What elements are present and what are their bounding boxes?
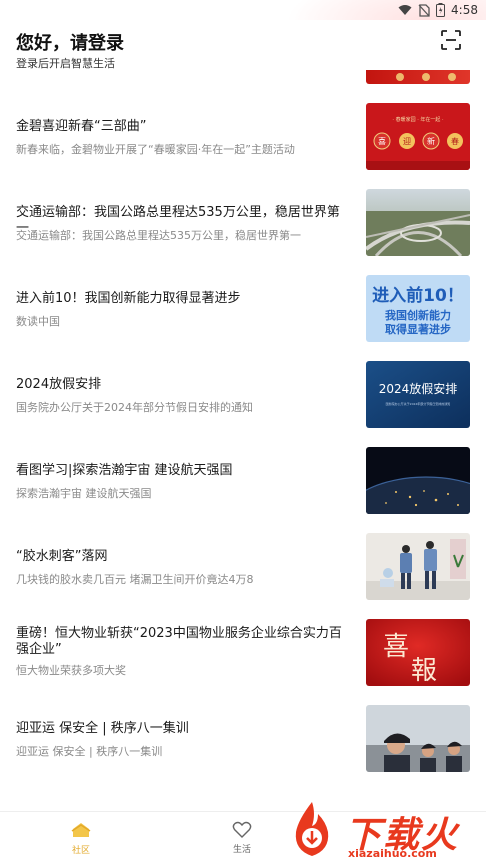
flame-logo-icon bbox=[295, 802, 329, 856]
news-title: 看图学习|探索浩瀚宇宙 建设航天强国 bbox=[16, 463, 233, 478]
community-icon bbox=[71, 823, 91, 837]
news-subtitle: 新春来临，金碧物业开展了“春暖家园·年在一起”主题活动 bbox=[16, 143, 295, 156]
tab-label: 生活 bbox=[232, 845, 251, 855]
news-title: 重磅！恒大物业斩获“2023中国物业服务企业综合实力百强企业” bbox=[16, 626, 342, 657]
thumb-char: 迎 bbox=[403, 136, 411, 146]
tab-life[interactable]: 生活 bbox=[202, 812, 282, 864]
thumb-char: 新 bbox=[427, 136, 435, 146]
news-title: “胶水刺客”落网 bbox=[16, 549, 108, 564]
news-subtitle: 迎亚运 保安全 | 秩序八一集训 bbox=[16, 745, 163, 758]
news-item[interactable]: 交通运输部：我国公路总里程达535万公里，稳居世界第一 交通运输部：我国公路总里… bbox=[0, 170, 486, 256]
news-title: 金碧喜迎新春“三部曲” bbox=[16, 119, 147, 134]
login-subtitle: 登录后开启智慧生活 bbox=[16, 57, 115, 70]
news-subtitle: 几块钱的胶水卖几百元 堵漏卫生间开价竟达4万8 bbox=[16, 573, 254, 586]
thumb-banner: · 春暖家园 · 年在一起 · bbox=[392, 116, 444, 123]
thumb-char: 喜 bbox=[378, 136, 386, 146]
news-subtitle: 探索浩瀚宇宙 建设航天强国 bbox=[16, 487, 152, 500]
news-thumbnail: · 春暖家园 · 年在一起 · 喜 迎 新 春 bbox=[366, 103, 470, 170]
battery-icon bbox=[436, 3, 446, 17]
news-thumbnail bbox=[366, 533, 470, 600]
thumb-line: 取得显著进步 bbox=[385, 322, 451, 336]
news-title: 迎亚运 保安全 | 秩序八一集训 bbox=[16, 721, 189, 736]
thumb-char: 報 bbox=[411, 656, 437, 686]
news-title: 进入前10！我国创新能力取得显著进步 bbox=[16, 291, 241, 306]
news-thumbnail bbox=[366, 705, 470, 772]
news-thumbnail: 进入前10！ 我国创新能力 取得显著进步 bbox=[366, 275, 470, 342]
watermark-url: xiazaihuo.com bbox=[348, 847, 437, 860]
news-item[interactable]: 重磅！恒大物业斩获“2023中国物业服务企业综合实力百强企业” 恒大物业荣获多项… bbox=[0, 600, 486, 686]
news-item[interactable]: 金碧喜迎新春“三部曲” 新春来临，金碧物业开展了“春暖家园·年在一起”主题活动 … bbox=[0, 84, 486, 170]
news-item[interactable]: “胶水刺客”落网 几块钱的胶水卖几百元 堵漏卫生间开价竟达4万8 bbox=[0, 514, 486, 600]
news-item[interactable]: 2024放假安排 国务院办公厅关于2024年部分节假日安排的通知 2024放假安… bbox=[0, 342, 486, 428]
thumb-line: 2024放假安排 bbox=[379, 381, 458, 396]
news-item[interactable]: 进入前10！我国创新能力取得显著进步 数读中国 进入前10！ 我国创新能力 取得… bbox=[0, 256, 486, 342]
wifi-icon bbox=[398, 5, 412, 15]
thumb-char: 春 bbox=[451, 136, 459, 146]
status-bar: 4:58 bbox=[0, 0, 486, 20]
scan-icon bbox=[441, 30, 461, 50]
news-thumbnail: 2024放假安排 国务院办公厅关于2024年部分节假日安排的通知 bbox=[366, 361, 470, 428]
tab-label: 社区 bbox=[71, 846, 90, 856]
news-thumbnail bbox=[366, 189, 470, 256]
news-subtitle: 交通运输部：我国公路总里程达535万公里，稳居世界第一 bbox=[16, 229, 301, 242]
news-item[interactable]: 看图学习|探索浩瀚宇宙 建设航天强国 探索浩瀚宇宙 建设航天强国 bbox=[0, 428, 486, 514]
news-thumbnail bbox=[366, 447, 470, 514]
news-title: 2024放假安排 bbox=[16, 377, 102, 392]
news-thumbnail: 喜 報 bbox=[366, 619, 470, 686]
thumb-line: 我国创新能力 bbox=[385, 308, 451, 322]
login-greeting[interactable]: 您好，请登录 bbox=[16, 29, 124, 55]
news-subtitle: 数读中国 bbox=[16, 315, 60, 328]
no-sim-icon bbox=[418, 3, 430, 17]
news-item[interactable]: 迎亚运 保安全 | 秩序八一集训 迎亚运 保安全 | 秩序八一集训 bbox=[0, 686, 486, 772]
status-time: 4:58 bbox=[451, 3, 478, 17]
scan-button[interactable] bbox=[440, 29, 462, 51]
thumb-line: 进入前10！ bbox=[372, 285, 464, 306]
thumb-char: 喜 bbox=[383, 632, 409, 662]
previous-item-thumbnail[interactable] bbox=[366, 70, 470, 84]
news-subtitle: 恒大物业荣获多项大奖 bbox=[16, 664, 126, 677]
tab-community[interactable]: 社区 bbox=[41, 812, 121, 864]
news-subtitle: 国务院办公厅关于2024年部分节假日安排的通知 bbox=[16, 401, 253, 414]
thumb-line: 国务院办公厅关于2024年部分节假日安排的通知 bbox=[386, 401, 451, 406]
heart-icon bbox=[232, 821, 252, 838]
